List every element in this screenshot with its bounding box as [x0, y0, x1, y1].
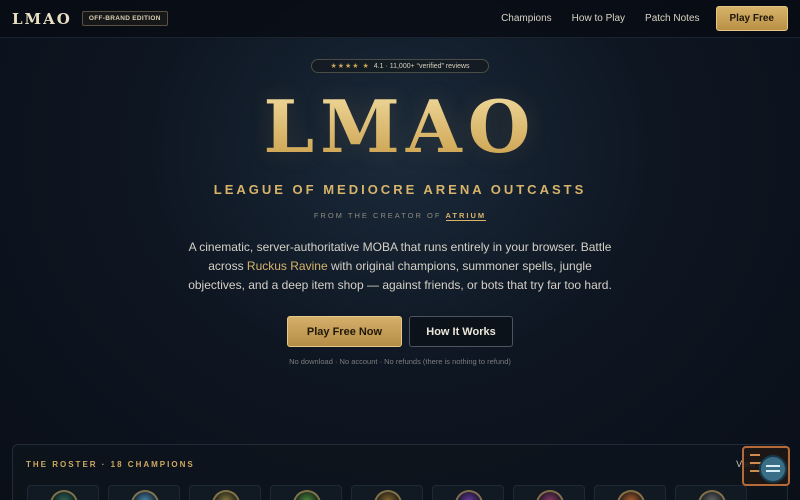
- menu-line: [750, 454, 760, 456]
- ruckus-ravine-highlight: Ruckus Ravine: [246, 259, 328, 273]
- how-it-works-button[interactable]: How It Works: [409, 316, 513, 347]
- roster-panel: THE ROSTER · 18 CHAMPIONS View all: [12, 444, 788, 500]
- hero-subtitle: LEAGUE OF MEDIOCRE ARENA OUTCASTS: [213, 182, 587, 197]
- champion-card[interactable]: [594, 485, 666, 500]
- bubble-line: [766, 470, 780, 472]
- creator-prefix: FROM THE CREATOR OF: [313, 211, 442, 220]
- rating-text: 4.1 · 11,000+ “verified” reviews: [373, 62, 470, 70]
- champion-card[interactable]: [432, 485, 504, 500]
- champion-portrait-icon: [131, 490, 159, 500]
- nav-link-patch-notes[interactable]: Patch Notes: [645, 13, 699, 24]
- champion-card[interactable]: [27, 485, 99, 500]
- star-rating-icon: ★★★★ ★: [330, 63, 370, 70]
- creator-link[interactable]: ATRIUM: [445, 211, 487, 221]
- top-nav: LMAO OFF-BRAND EDITION Champions How to …: [0, 0, 800, 38]
- champion-card[interactable]: [351, 485, 423, 500]
- hero-description: A cinematic, server-authoritative MOBA t…: [180, 238, 620, 295]
- fineprint: No download · No account · No refunds (t…: [289, 357, 511, 366]
- champion-portrait-icon: [455, 490, 483, 500]
- champion-portrait-icon: [293, 490, 321, 500]
- champion-card[interactable]: [513, 485, 585, 500]
- champion-portrait-icon: [617, 490, 645, 500]
- creator-credit: FROM THE CREATOR OF ATRIUM: [0, 211, 800, 221]
- champion-card[interactable]: [270, 485, 342, 500]
- nav-link-champions[interactable]: Champions: [501, 13, 552, 24]
- rating-badge: ★★★★ ★ 4.1 · 11,000+ “verified” reviews: [311, 59, 489, 73]
- roster-title: THE ROSTER · 18 CHAMPIONS: [26, 460, 195, 469]
- chat-bubble-icon[interactable]: [759, 455, 787, 483]
- champion-card[interactable]: [108, 485, 180, 500]
- champion-cards: [27, 485, 756, 500]
- champion-portrait-icon: [698, 490, 726, 500]
- nav-link-how-to-play[interactable]: How to Play: [572, 13, 625, 24]
- play-free-now-button[interactable]: Play Free Now: [287, 316, 402, 347]
- brand-logo[interactable]: LMAO: [12, 10, 72, 28]
- champion-portrait-icon: [536, 490, 564, 500]
- champion-portrait-icon: [50, 490, 78, 500]
- nav-play-free-button[interactable]: Play Free: [715, 6, 788, 31]
- champion-portrait-icon: [374, 490, 402, 500]
- nav-links: Champions How to Play Patch Notes Play F…: [481, 6, 788, 31]
- champion-card[interactable]: [189, 485, 261, 500]
- champion-portrait-icon: [212, 490, 240, 500]
- edition-badge: OFF-BRAND EDITION: [81, 11, 168, 26]
- bubble-line: [766, 465, 780, 467]
- champion-card[interactable]: [675, 485, 747, 500]
- hero-title: LMAO: [0, 84, 800, 169]
